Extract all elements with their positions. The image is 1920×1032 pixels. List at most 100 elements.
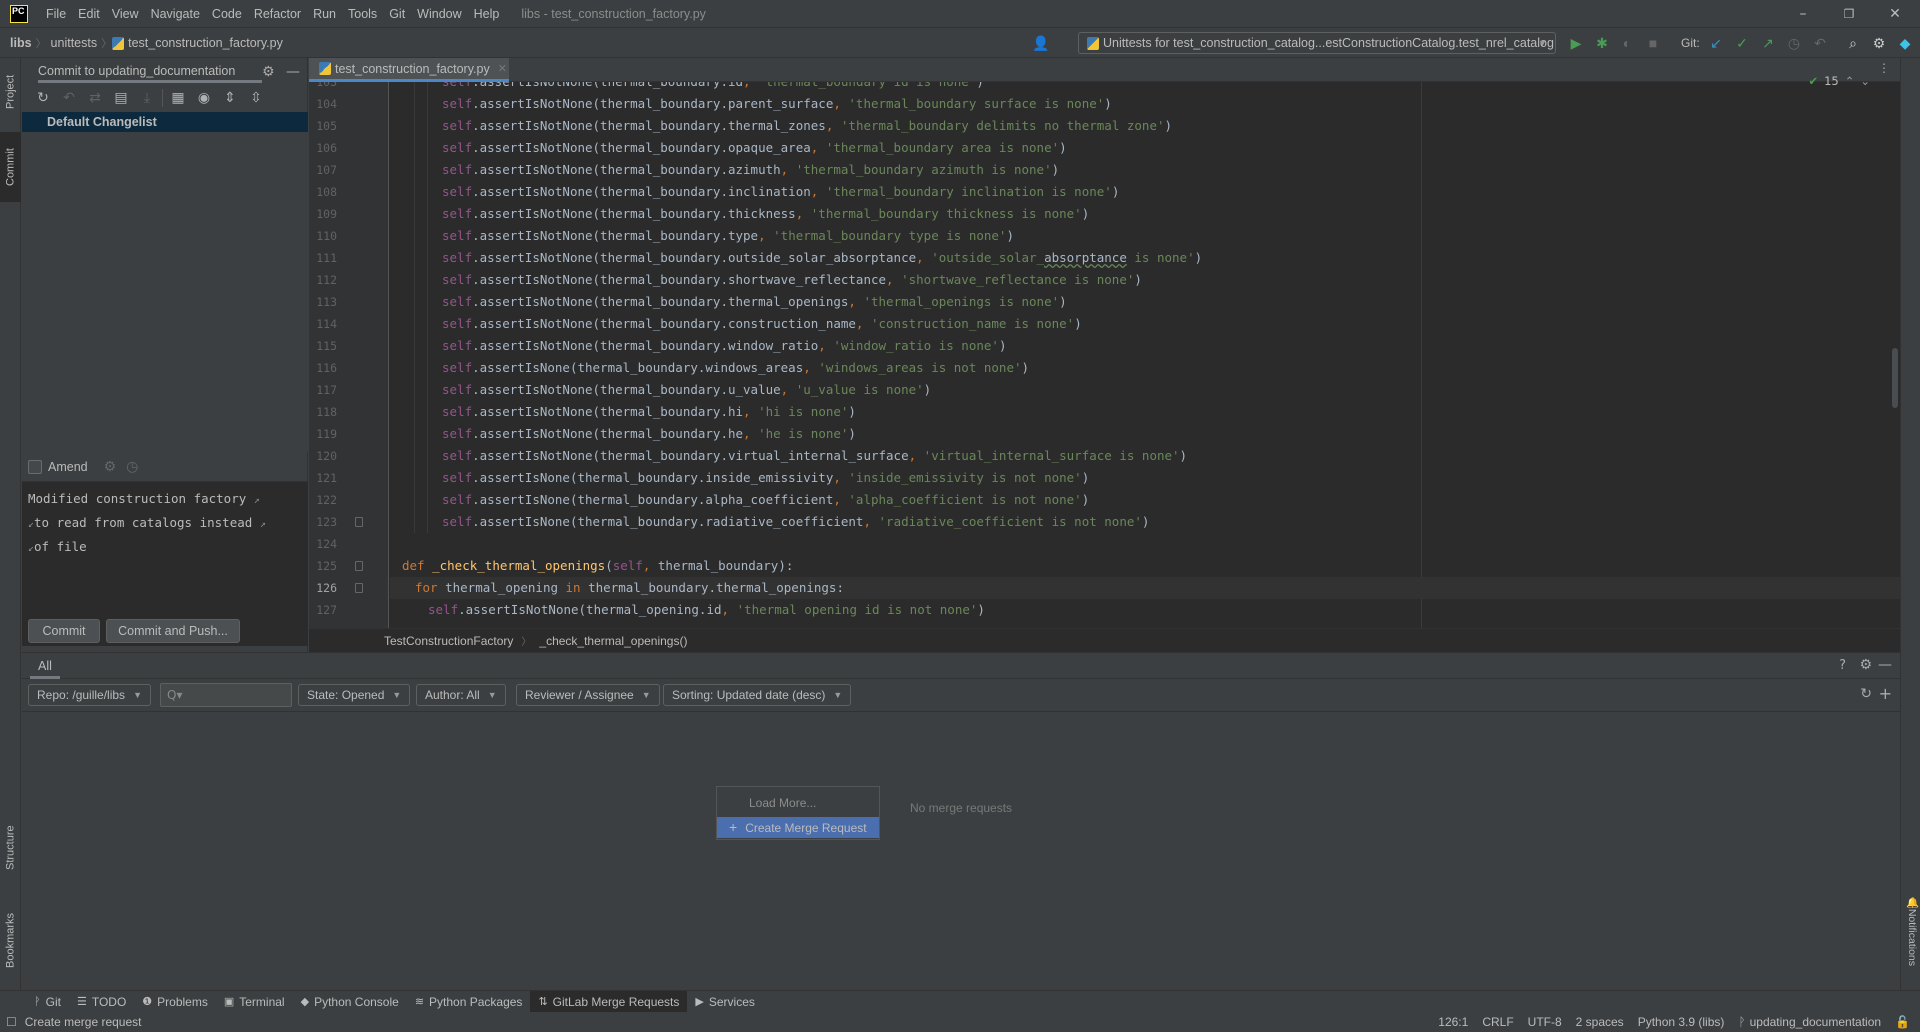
menu-git[interactable]: Git: [383, 7, 411, 21]
breadcrumb-class[interactable]: TestConstructionFactory: [384, 634, 513, 648]
commit-button[interactable]: Commit: [28, 619, 100, 643]
add-icon[interactable]: +: [1879, 684, 1892, 703]
stop-icon[interactable]: ■: [1644, 34, 1662, 52]
close-tab-icon[interactable]: ✕: [498, 62, 507, 75]
tool-window-gitlab-merge-requests[interactable]: ⇅ GitLab Merge Requests: [530, 990, 688, 1013]
code-line[interactable]: self.assertIsNotNone(thermal_boundary.sh…: [390, 269, 1900, 291]
hide-panel-icon[interactable]: —: [286, 64, 300, 80]
collapse-all-icon[interactable]: ⇳: [243, 87, 269, 109]
code-line[interactable]: self.assertIsNone(thermal_boundary.radia…: [390, 511, 1900, 533]
caret-position[interactable]: 126:1: [1438, 1015, 1468, 1029]
diff-icon[interactable]: ⇄: [82, 87, 108, 109]
user-icon[interactable]: 👤: [1032, 34, 1050, 52]
commit-and-push-button[interactable]: Commit and Push...: [106, 619, 240, 643]
author-filter[interactable]: Author: All ▼: [416, 684, 506, 706]
menu-code[interactable]: Code: [206, 7, 248, 21]
rollback-icon[interactable]: ↶: [56, 87, 82, 109]
create-merge-request-button[interactable]: + Create Merge Request: [717, 817, 879, 838]
code-line[interactable]: self.assertIsNotNone(thermal_boundary.th…: [390, 203, 1900, 225]
coverage-icon[interactable]: ◐: [1618, 34, 1636, 52]
breadcrumb-method[interactable]: _check_thermal_openings(): [539, 634, 687, 648]
settings-icon[interactable]: ⚙: [1870, 34, 1888, 52]
minimize-button[interactable]: –: [1780, 0, 1826, 28]
code-line[interactable]: self.assertIsNotNone(thermal_opening.id,…: [390, 599, 1900, 621]
debug-icon[interactable]: ✱: [1593, 34, 1611, 52]
help-icon[interactable]: ?: [1839, 658, 1846, 673]
repo-filter[interactable]: Repo: /guille/libs ▼: [28, 684, 151, 706]
view-options-icon[interactable]: ◉: [191, 87, 217, 109]
git-push-icon[interactable]: ↗: [1759, 34, 1777, 52]
breadcrumb-folder[interactable]: unittests: [47, 36, 102, 50]
menu-file[interactable]: File: [40, 7, 72, 21]
menu-tools[interactable]: Tools: [342, 7, 383, 21]
load-more-link[interactable]: Load More...: [717, 793, 879, 814]
code-line[interactable]: self.assertIsNotNone(thermal_boundary.co…: [390, 313, 1900, 335]
code-line[interactable]: self.assertIsNotNone(thermal_boundary.id…: [390, 82, 1900, 93]
breadcrumb-file[interactable]: test_construction_factory.py: [128, 36, 287, 50]
amend-label[interactable]: Amend: [48, 460, 88, 474]
editor-scrollbar[interactable]: [1892, 348, 1898, 408]
code-line[interactable]: self.assertIsNotNone(thermal_boundary.pa…: [390, 93, 1900, 115]
fold-marker-icon[interactable]: [355, 517, 363, 527]
menu-view[interactable]: View: [106, 7, 145, 21]
commit-options-gear-icon[interactable]: ⚙: [104, 459, 117, 475]
tab-commit[interactable]: Commit: [0, 132, 21, 202]
code-line[interactable]: self.assertIsNotNone(thermal_boundary.th…: [390, 291, 1900, 313]
shelve-icon[interactable]: ⤓: [134, 87, 160, 109]
rollback-icon[interactable]: ↶: [1811, 34, 1829, 52]
menu-refactor[interactable]: Refactor: [248, 7, 307, 21]
run-icon[interactable]: ▶: [1567, 34, 1585, 52]
line-separator[interactable]: CRLF: [1482, 1015, 1513, 1029]
code-area[interactable]: self .assertIsNotNone(thermal_boundary.id…: [390, 82, 1900, 628]
tab-notifications[interactable]: 🔔Notifications: [1903, 896, 1919, 966]
menu-edit[interactable]: Edit: [72, 7, 106, 21]
menu-help[interactable]: Help: [468, 7, 506, 21]
lock-icon[interactable]: 🔓: [1895, 1015, 1910, 1029]
fold-marker-icon[interactable]: [355, 583, 363, 593]
previous-highlight-icon[interactable]: ⌃: [1845, 74, 1855, 88]
commit-history-icon[interactable]: ◷: [126, 459, 138, 475]
git-commit-icon[interactable]: ✓: [1733, 34, 1751, 52]
code-line[interactable]: self.assertIsNotNone(thermal_boundary.az…: [390, 159, 1900, 181]
tab-project[interactable]: Project: [0, 62, 21, 122]
code-line[interactable]: for thermal_opening in thermal_boundary.…: [390, 577, 1900, 599]
next-highlight-icon[interactable]: ⌄: [1860, 74, 1870, 88]
indent-setting[interactable]: 2 spaces: [1576, 1015, 1624, 1029]
git-update-icon[interactable]: ↙: [1707, 34, 1725, 52]
code-line[interactable]: self.assertIsNone(thermal_boundary.insid…: [390, 467, 1900, 489]
code-line[interactable]: self.assertIsNotNone(thermal_boundary.op…: [390, 137, 1900, 159]
expand-all-icon[interactable]: ⇕: [217, 87, 243, 109]
gear-icon[interactable]: ⚙: [1859, 657, 1872, 673]
tool-window-problems[interactable]: ❶ Problems: [134, 991, 216, 1013]
code-line[interactable]: def _check_thermal_openings(self, therma…: [390, 555, 1900, 577]
git-branch-widget[interactable]: ᚹ updating_documentation: [1738, 1015, 1881, 1029]
code-line[interactable]: self.assertIsNotNone(thermal_boundary.wi…: [390, 335, 1900, 357]
code-line[interactable]: self.assertIsNotNone(thermal_boundary.ty…: [390, 225, 1900, 247]
code-line[interactable]: self.assertIsNotNone(thermal_boundary.he…: [390, 423, 1900, 445]
changelist-default[interactable]: Default Changelist: [22, 112, 308, 132]
group-by-icon[interactable]: ▦: [165, 87, 191, 109]
editor-tab-active[interactable]: test_construction_factory.py ✕: [309, 58, 509, 82]
toolbox-icon[interactable]: ◆: [1896, 34, 1914, 52]
state-filter[interactable]: State: Opened ▼: [298, 684, 411, 706]
reviewer-filter[interactable]: Reviewer / Assignee ▼: [516, 684, 660, 706]
more-options-icon[interactable]: ⋮: [1878, 61, 1890, 75]
code-line[interactable]: self.assertIsNotNone(thermal_boundary.hi…: [390, 401, 1900, 423]
search-icon[interactable]: ⌕: [1844, 34, 1862, 52]
hide-panel-icon[interactable]: —: [1878, 657, 1892, 673]
python-interpreter[interactable]: Python 3.9 (libs): [1638, 1015, 1725, 1029]
code-line[interactable]: [390, 533, 1900, 555]
tool-window-terminal[interactable]: ▣ Terminal: [216, 991, 293, 1013]
code-line[interactable]: self.assertIsNone(thermal_boundary.alpha…: [390, 489, 1900, 511]
code-line[interactable]: self.assertIsNotNone(thermal_boundary.ou…: [390, 247, 1900, 269]
menu-run[interactable]: Run: [307, 7, 342, 21]
file-encoding[interactable]: UTF-8: [1528, 1015, 1562, 1029]
search-input[interactable]: Q▾: [160, 683, 292, 707]
menu-navigate[interactable]: Navigate: [145, 7, 206, 21]
tab-structure[interactable]: Structure: [0, 808, 21, 888]
sorting-filter[interactable]: Sorting: Updated date (desc) ▼: [663, 684, 852, 706]
code-line[interactable]: self.assertIsNotNone(thermal_boundary.vi…: [390, 445, 1900, 467]
refresh-icon[interactable]: ↻: [1860, 686, 1872, 702]
inspection-widget[interactable]: ✔ 15 ⌃ ⌄: [1808, 74, 1870, 88]
refresh-icon[interactable]: ↻: [30, 87, 56, 109]
